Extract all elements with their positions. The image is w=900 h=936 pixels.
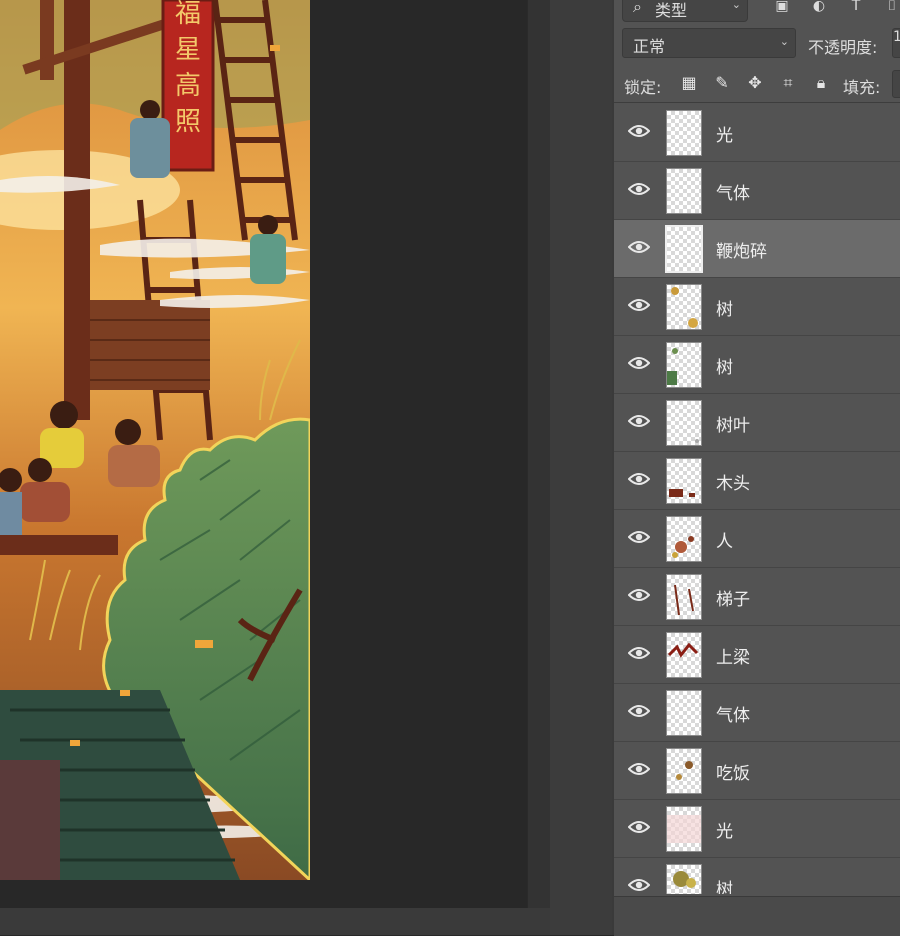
layer-row[interactable]: 梯子 xyxy=(614,568,900,626)
layer-name: 光 xyxy=(716,126,733,146)
eye-icon[interactable] xyxy=(627,587,651,603)
layer-name: 树 xyxy=(716,880,733,894)
layers-panel-footer xyxy=(614,896,900,936)
eye-icon[interactable] xyxy=(627,645,651,661)
layer-row[interactable]: 人 xyxy=(614,510,900,568)
layer-name: 气体 xyxy=(716,184,750,204)
layer-thumbnail xyxy=(665,225,703,273)
layer-thumbnail xyxy=(666,632,702,678)
blend-mode-value: 正常 xyxy=(633,37,666,56)
layer-thumbnail xyxy=(666,516,702,562)
canvas-horizontal-scrollbar[interactable] xyxy=(0,908,550,935)
shape-filter-icon[interactable]: ⌷ xyxy=(882,0,900,16)
layer-row[interactable]: 树 xyxy=(614,336,900,394)
layer-row[interactable]: 树 xyxy=(614,278,900,336)
lock-image-pixels-icon[interactable]: ✎ xyxy=(711,72,733,94)
layer-name: 梯子 xyxy=(716,590,750,610)
panel-dock-gap xyxy=(550,0,612,935)
layer-thumbnail xyxy=(666,806,702,852)
chevron-down-icon: ⌄ xyxy=(779,35,789,48)
layer-name: 气体 xyxy=(716,706,750,726)
layer-row[interactable]: 光 xyxy=(614,104,900,162)
lock-position-icon[interactable]: ✥ xyxy=(744,72,766,94)
layer-thumbnail xyxy=(666,110,702,156)
layer-name: 树 xyxy=(716,358,733,378)
layer-row[interactable]: 上梁 xyxy=(614,626,900,684)
lock-all-icon[interactable]: 🔒︎ xyxy=(810,72,832,94)
layers-panel: ⌕ 类型 ⌄ ▣ ◐ T ⌷ 正常 ⌄ 不透明度: 1 锁定: ▦ ✎ ✥ ⌗ … xyxy=(612,0,900,936)
eye-icon[interactable] xyxy=(627,703,651,719)
layer-thumbnail xyxy=(666,690,702,736)
eye-icon[interactable] xyxy=(627,413,651,429)
layer-thumbnail xyxy=(666,168,702,214)
layer-row[interactable]: 木头 xyxy=(614,452,900,510)
filter-kind-label: 类型 xyxy=(655,1,688,20)
illustration-svg: 福 星 高 照 xyxy=(0,0,310,880)
lock-artboard-icon[interactable]: ⌗ xyxy=(777,72,799,94)
layer-name: 树叶 xyxy=(716,416,750,436)
blend-row: 正常 ⌄ 不透明度: 1 xyxy=(614,26,900,60)
adjustment-filter-icon[interactable]: ◐ xyxy=(809,0,829,16)
search-icon: ⌕ xyxy=(633,0,642,16)
eye-icon[interactable] xyxy=(627,877,651,893)
filter-kind-select[interactable]: ⌕ 类型 ⌄ xyxy=(622,0,748,22)
fill-input[interactable] xyxy=(892,70,900,98)
eye-icon[interactable] xyxy=(627,529,651,545)
layer-row[interactable]: 气体 xyxy=(614,162,900,220)
eye-icon[interactable] xyxy=(627,761,651,777)
layer-thumbnail xyxy=(666,458,702,504)
canvas-vertical-scrollbar[interactable] xyxy=(527,0,551,908)
layer-filter-row: ⌕ 类型 ⌄ ▣ ◐ T ⌷ xyxy=(614,0,900,24)
eye-icon[interactable] xyxy=(627,181,651,197)
layer-name: 吃饭 xyxy=(716,764,750,784)
pixel-filter-icon[interactable]: ▣ xyxy=(772,0,792,16)
lock-transparent-pixels-icon[interactable]: ▦ xyxy=(678,72,700,94)
blend-mode-select[interactable]: 正常 ⌄ xyxy=(622,28,796,58)
layer-thumbnail xyxy=(666,574,702,620)
layer-name: 木头 xyxy=(716,474,750,494)
eye-icon[interactable] xyxy=(627,471,651,487)
svg-text:照: 照 xyxy=(175,107,201,137)
opacity-value: 1 xyxy=(893,29,900,45)
eye-icon[interactable] xyxy=(627,819,651,835)
layer-row[interactable]: 鞭炮碎 xyxy=(614,220,900,278)
layer-thumbnail xyxy=(666,400,702,446)
svg-text:星: 星 xyxy=(175,35,201,65)
layer-name: 树 xyxy=(716,300,733,320)
layer-name: 鞭炮碎 xyxy=(716,242,767,262)
layer-name: 光 xyxy=(716,822,733,842)
opacity-label: 不透明度: xyxy=(808,38,878,57)
layer-name: 上梁 xyxy=(716,648,750,668)
layer-thumbnail xyxy=(666,284,702,330)
layer-row[interactable]: 树叶 xyxy=(614,394,900,452)
svg-text:高: 高 xyxy=(175,71,201,101)
fill-label: 填充: xyxy=(843,78,881,97)
chevron-down-icon: ⌄ xyxy=(731,0,741,11)
layer-thumbnail xyxy=(666,748,702,794)
layer-thumbnail xyxy=(666,864,702,894)
eye-icon[interactable] xyxy=(627,297,651,313)
layer-row[interactable]: 树 xyxy=(614,858,900,894)
layer-row[interactable]: 吃饭 xyxy=(614,742,900,800)
layers-list: 光气体 鞭炮碎树树树叶 木头人梯子 上梁 气体 吃饭光树 xyxy=(614,104,900,894)
type-filter-icon[interactable]: T xyxy=(846,0,866,16)
layer-name: 人 xyxy=(716,532,733,552)
opacity-input[interactable]: 1 xyxy=(892,28,900,58)
eye-icon[interactable] xyxy=(627,239,651,255)
eye-icon[interactable] xyxy=(627,355,651,371)
artwork-image: 福 星 高 照 xyxy=(0,0,310,880)
svg-text:福: 福 xyxy=(175,0,201,29)
layer-thumbnail xyxy=(666,342,702,388)
layer-row[interactable]: 光 xyxy=(614,800,900,858)
lock-row: 锁定: ▦ ✎ ✥ ⌗ 🔒︎ 填充: xyxy=(614,64,900,103)
layer-row[interactable]: 气体 xyxy=(614,684,900,742)
lock-label: 锁定: xyxy=(624,78,662,97)
document-canvas[interactable]: 福 星 高 照 xyxy=(0,0,527,908)
eye-icon[interactable] xyxy=(627,123,651,139)
